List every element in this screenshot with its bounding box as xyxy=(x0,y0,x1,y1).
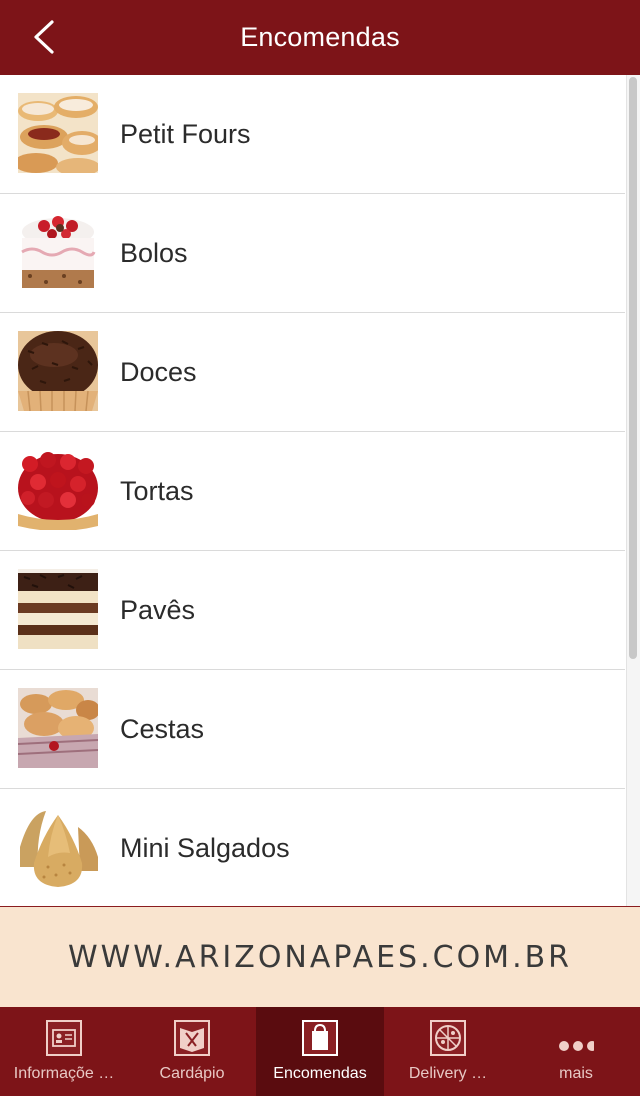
coxinha-thumbnail xyxy=(18,807,98,887)
list-item-petit-fours[interactable]: Petit Fours xyxy=(0,75,625,194)
tab-delivery[interactable]: Delivery … xyxy=(384,1007,512,1096)
list-item-cestas[interactable]: Cestas xyxy=(0,670,625,789)
shopping-bag-icon xyxy=(302,1020,338,1056)
bottom-tab-bar: Informaçõe … Cardápio Encomendas Deliver… xyxy=(0,1007,640,1096)
website-banner[interactable]: WWW.ARIZONAPAES.COM.BR xyxy=(0,906,640,1008)
tab-label: Delivery … xyxy=(408,1065,488,1082)
list-item-label: Mini Salgados xyxy=(120,833,290,863)
tab-label: Cardápio xyxy=(159,1065,225,1082)
list-item-doces[interactable]: Doces xyxy=(0,313,625,432)
scrollbar-thumb[interactable] xyxy=(629,77,637,659)
menu-cutlery-icon xyxy=(174,1020,210,1056)
list-item-tortas[interactable]: Tortas xyxy=(0,432,625,551)
list-item-label: Cestas xyxy=(120,714,205,744)
list-item-label: Tortas xyxy=(120,476,194,506)
tab-informacoes[interactable]: Informaçõe … xyxy=(0,1007,128,1096)
info-card-icon xyxy=(46,1020,82,1056)
header-bar: Encomendas xyxy=(0,0,640,75)
list-item-paves[interactable]: Pavês xyxy=(0,551,625,670)
tab-cardapio[interactable]: Cardápio xyxy=(128,1007,256,1096)
tab-encomendas[interactable]: Encomendas xyxy=(256,1007,384,1096)
petit-fours-thumbnail xyxy=(18,93,98,173)
list-scrollbar[interactable] xyxy=(626,75,640,906)
list-item-mini-salgados[interactable]: Mini Salgados xyxy=(0,789,625,906)
cake-thumbnail xyxy=(18,212,98,292)
pizza-icon xyxy=(430,1020,466,1056)
more-dots-icon xyxy=(559,1041,594,1051)
brigadeiro-thumbnail xyxy=(18,331,98,411)
list-item-bolos[interactable]: Bolos xyxy=(0,194,625,313)
basket-thumbnail xyxy=(18,688,98,768)
strawberry-tart-thumbnail xyxy=(18,450,98,530)
tab-label: Informaçõe … xyxy=(13,1065,115,1082)
list-item-label: Bolos xyxy=(120,238,188,268)
list-item-label: Petit Fours xyxy=(120,119,251,149)
list-item-label: Doces xyxy=(120,357,197,387)
banner-text: WWW.ARIZONAPAES.COM.BR xyxy=(67,940,573,975)
pave-thumbnail xyxy=(18,569,98,649)
tab-label: mais xyxy=(559,1065,593,1082)
category-list: Petit Fours Bolos Doces Tortas Pavês Ces… xyxy=(0,75,625,906)
tab-label: Encomendas xyxy=(273,1065,367,1082)
page-title: Encomendas xyxy=(240,22,400,52)
list-item-label: Pavês xyxy=(120,595,196,625)
tab-mais[interactable]: mais xyxy=(512,1007,640,1096)
